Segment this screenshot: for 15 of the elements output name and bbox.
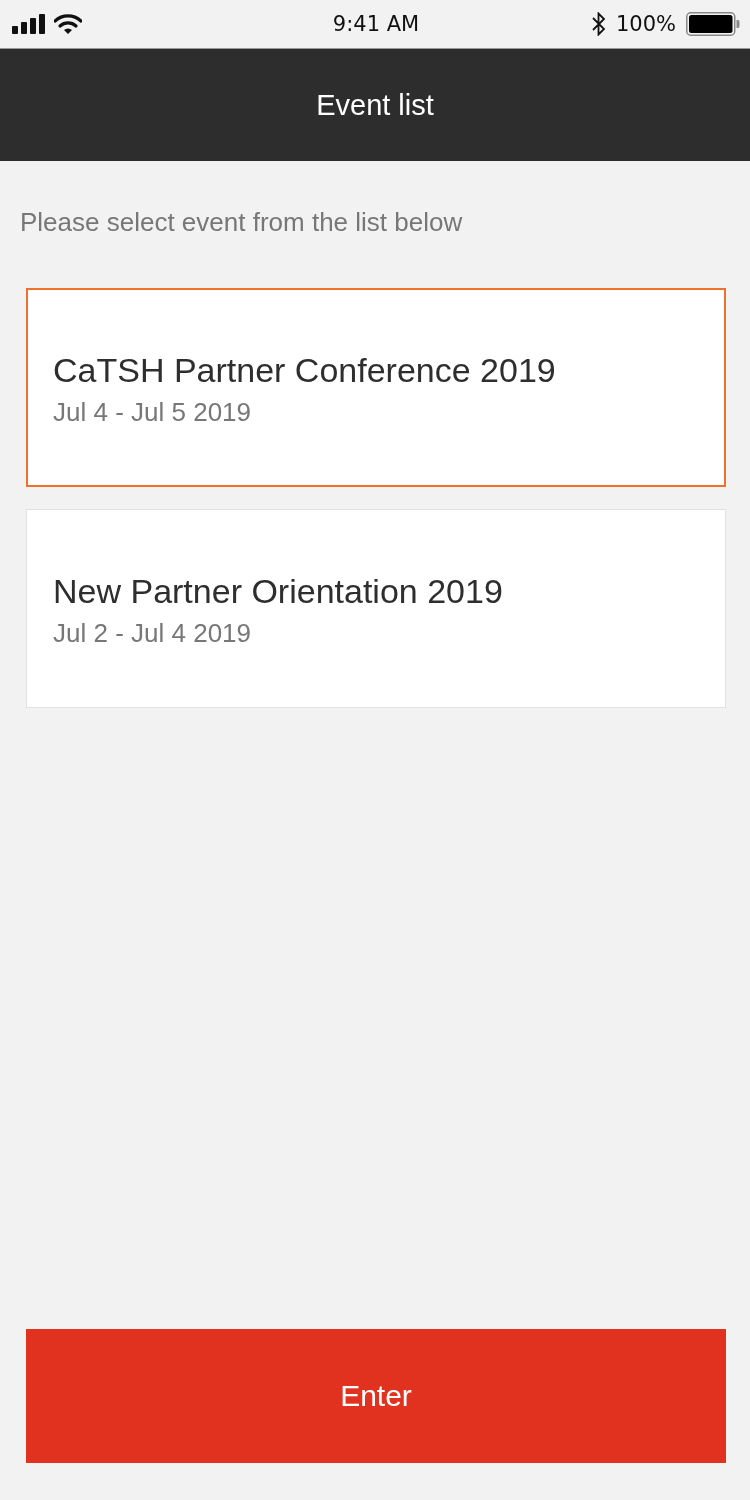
event-dates: Jul 4 - Jul 5 2019	[53, 398, 251, 429]
status-time: 9:41 AM	[332, 12, 420, 36]
event-card[interactable]: CaTSH Partner Conference 2019 Jul 4 - Jul 5 2019	[26, 288, 726, 488]
event-title: New Partner Orientation 2019	[53, 572, 503, 612]
battery-icon	[686, 12, 740, 36]
event-title: CaTSH Partner Conference 2019	[53, 351, 556, 391]
instruction-text: Please select event from the list below	[20, 207, 464, 239]
signal-icon	[12, 14, 46, 34]
event-dates: Jul 2 - Jul 4 2019	[53, 619, 251, 650]
wifi-icon	[54, 13, 82, 35]
enter-button[interactable]: Enter	[26, 1329, 726, 1463]
bluetooth-icon	[591, 12, 606, 36]
header-title: Event list	[316, 88, 434, 122]
event-card[interactable]: New Partner Orientation 2019 Jul 2 - Jul 4 2019	[26, 509, 726, 709]
battery-percentage: 100%	[615, 12, 676, 36]
